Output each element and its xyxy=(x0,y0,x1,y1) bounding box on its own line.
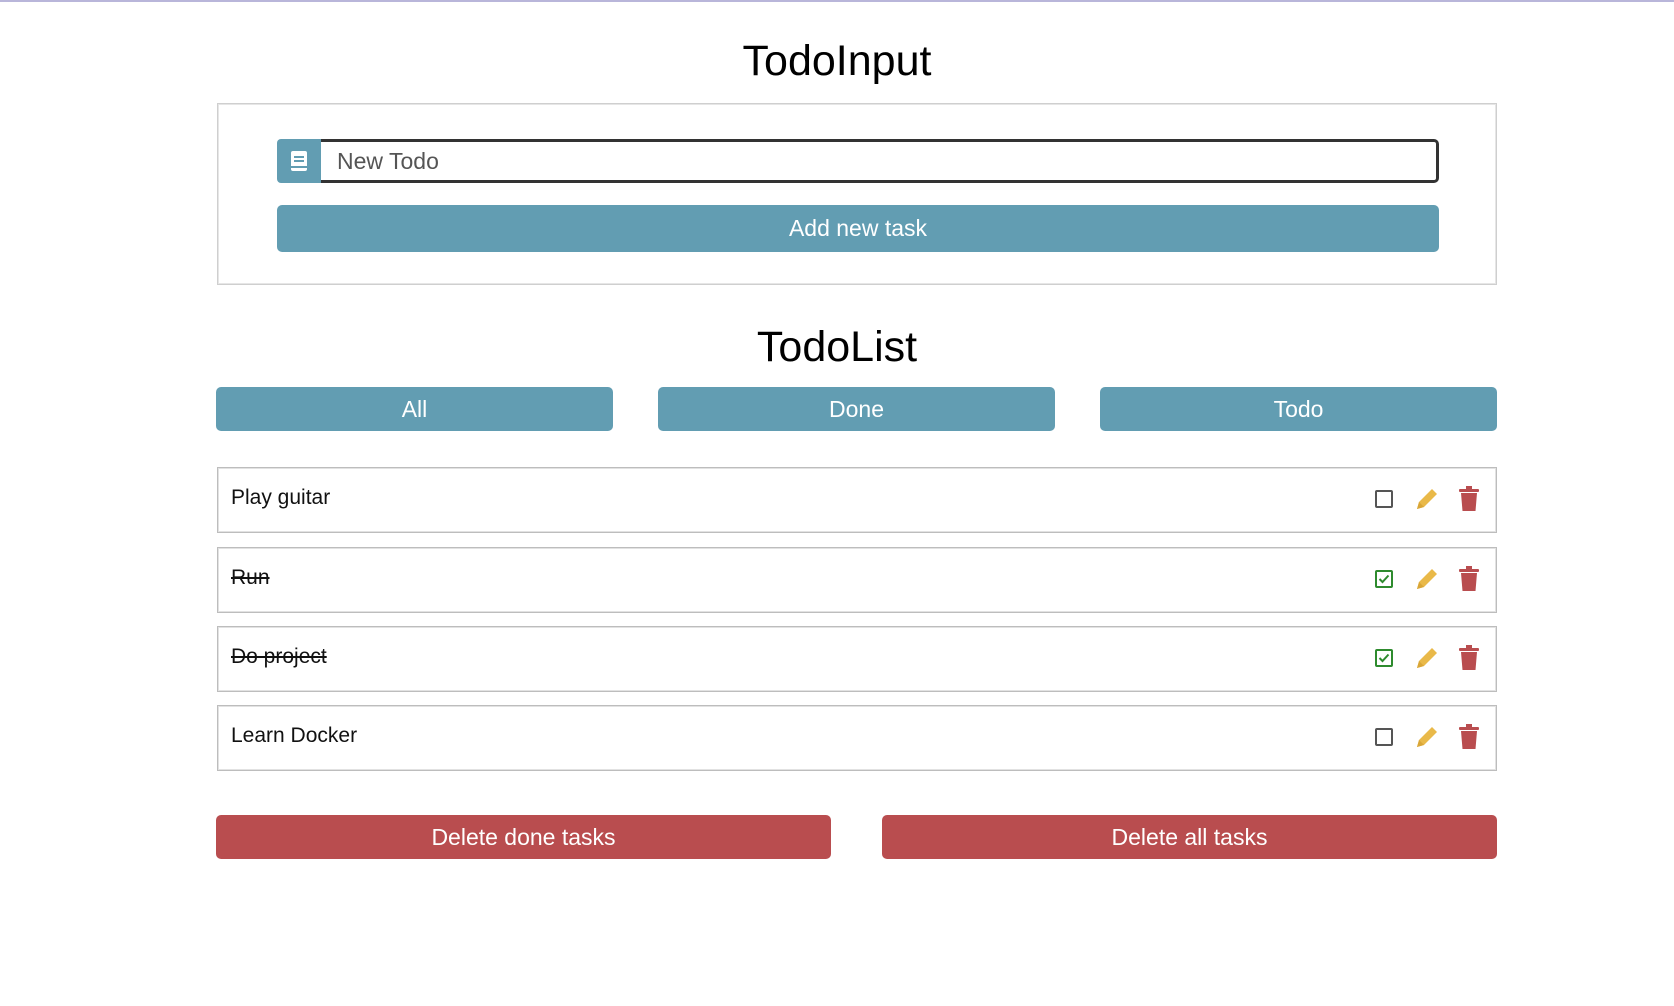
task-row: Play guitar xyxy=(217,467,1497,533)
trash-icon[interactable] xyxy=(1458,566,1480,592)
filter-todo-button[interactable]: Todo xyxy=(1100,387,1497,431)
pencil-icon[interactable] xyxy=(1414,566,1440,592)
task-row: Run xyxy=(217,547,1497,613)
top-border xyxy=(0,0,1674,2)
task-checkbox[interactable] xyxy=(1375,728,1393,746)
task-checkbox-checked[interactable] xyxy=(1375,570,1393,588)
task-text: Do project xyxy=(231,645,327,668)
task-text: Learn Docker xyxy=(231,724,358,747)
task-row: Learn Docker xyxy=(217,705,1497,771)
task-text: Play guitar xyxy=(231,486,331,509)
filter-all-button[interactable]: All xyxy=(216,387,613,431)
task-checkbox-checked[interactable] xyxy=(1375,649,1393,667)
task-row: Do project xyxy=(217,626,1497,692)
trash-icon[interactable] xyxy=(1458,645,1480,671)
todo-input-title: TodoInput xyxy=(742,37,932,85)
todo-list-title: TodoList xyxy=(756,323,918,371)
delete-done-tasks-button[interactable]: Delete done tasks xyxy=(216,815,831,859)
todo-input-panel: Add new task xyxy=(217,103,1497,285)
book-icon xyxy=(277,139,321,183)
task-text: Run xyxy=(231,566,270,589)
pencil-icon[interactable] xyxy=(1414,645,1440,671)
trash-icon[interactable] xyxy=(1458,486,1480,512)
delete-all-tasks-button[interactable]: Delete all tasks xyxy=(882,815,1497,859)
filter-done-button[interactable]: Done xyxy=(658,387,1055,431)
add-task-button[interactable]: Add new task xyxy=(277,205,1439,252)
todo-input-group xyxy=(277,139,1439,183)
pencil-icon[interactable] xyxy=(1414,486,1440,512)
task-checkbox[interactable] xyxy=(1375,490,1393,508)
pencil-icon[interactable] xyxy=(1414,724,1440,750)
trash-icon[interactable] xyxy=(1458,724,1480,750)
new-todo-input[interactable] xyxy=(321,139,1439,183)
